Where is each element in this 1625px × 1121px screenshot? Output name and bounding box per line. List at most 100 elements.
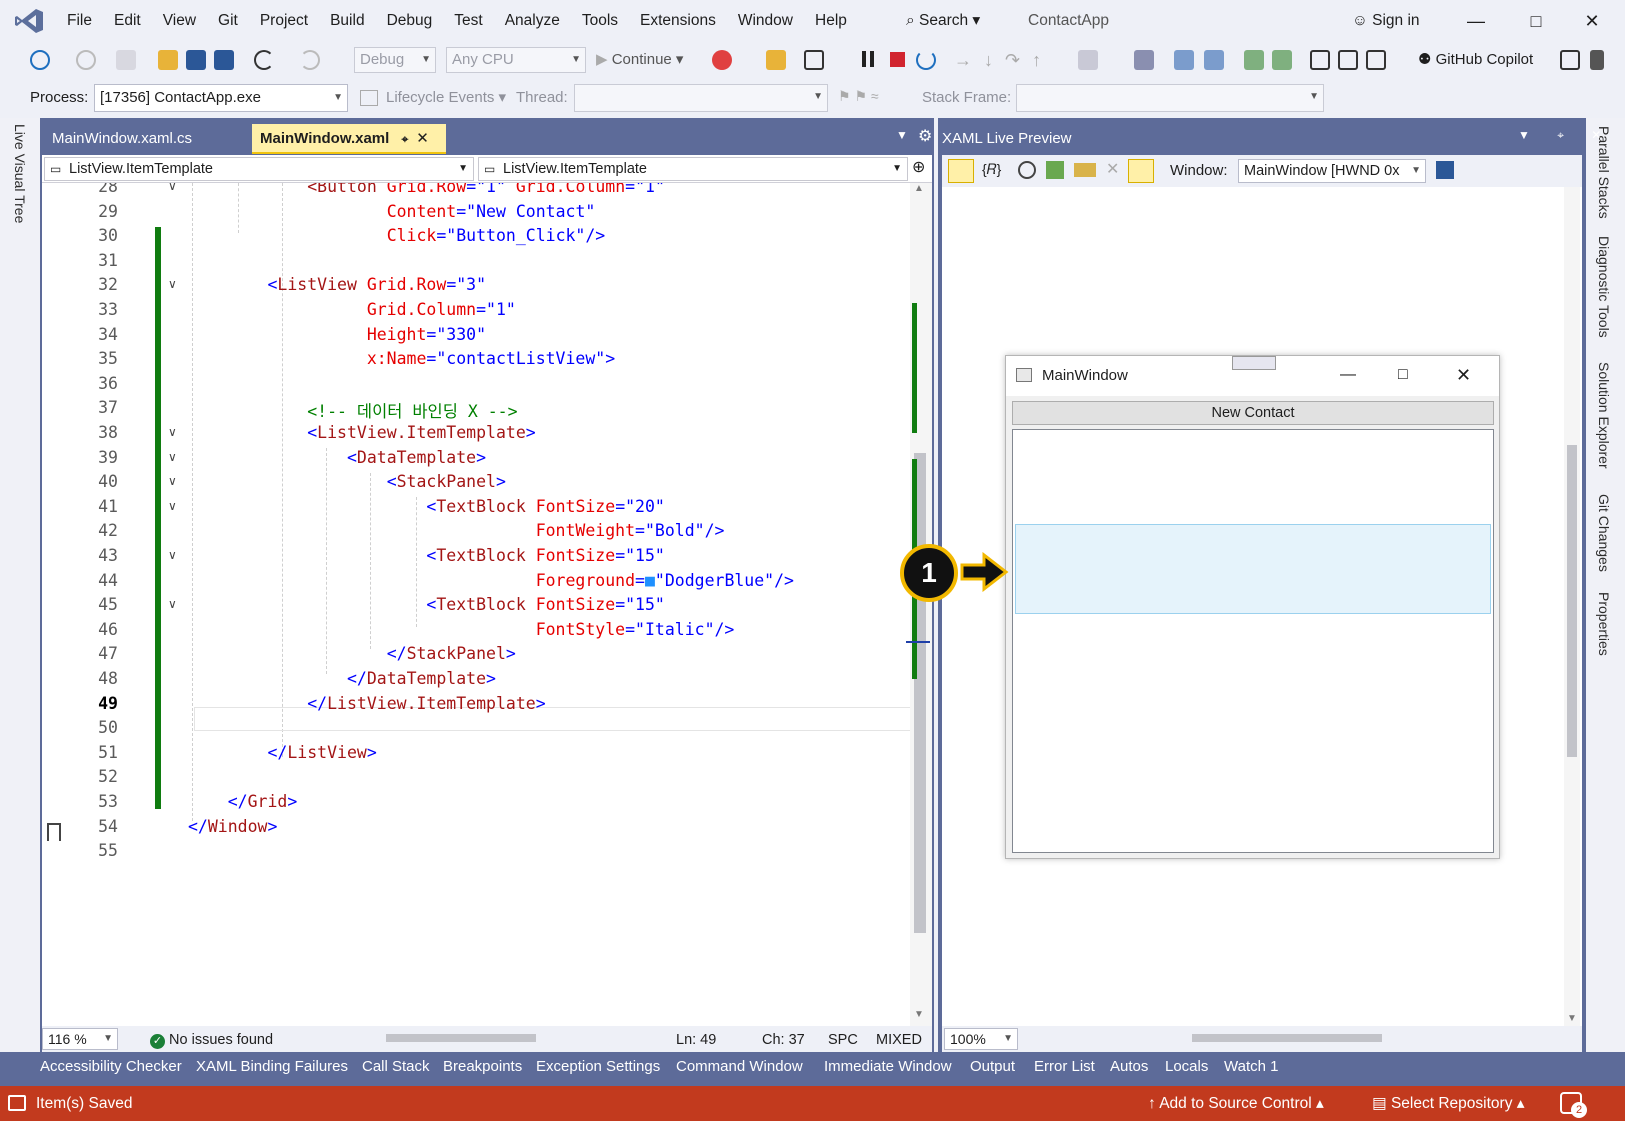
tab-mainwindow-xaml-cs[interactable]: MainWindow.xaml.cs: [44, 124, 200, 154]
feedback-icon[interactable]: [1590, 50, 1604, 70]
outdent-icon[interactable]: [1272, 50, 1292, 70]
menu-extensions[interactable]: Extensions: [629, 0, 727, 42]
save-all-icon[interactable]: [214, 50, 234, 70]
bookmark-next-icon[interactable]: [1366, 50, 1386, 70]
zoom-combo[interactable]: 116 % ▼: [42, 1028, 118, 1050]
diagnostics-icon[interactable]: [1078, 50, 1098, 70]
fold-chevron-icon[interactable]: ∨: [168, 499, 177, 513]
visual-studio-logo-icon[interactable]: [14, 8, 44, 34]
scroll-up-icon[interactable]: ▲: [914, 183, 924, 194]
select-repository-button[interactable]: ▤ Select Repository ▴: [1372, 1086, 1525, 1121]
split-editor-icon[interactable]: ⊕: [912, 157, 925, 177]
diagnostic-tools-tab[interactable]: Diagnostic Tools: [1596, 236, 1612, 338]
line-ending-indicator[interactable]: MIXED: [876, 1030, 922, 1050]
fold-chevron-icon[interactable]: ∨: [168, 183, 177, 193]
app-minimize-icon[interactable]: —: [1340, 356, 1356, 394]
line-indicator[interactable]: Ln: 49: [676, 1030, 716, 1050]
horizontal-scrollbar[interactable]: [372, 1032, 652, 1044]
menu-test[interactable]: Test: [443, 0, 493, 42]
preview-horizontal-scrollbar[interactable]: [1028, 1032, 1558, 1044]
menu-view[interactable]: View: [152, 0, 207, 42]
fold-chevron-icon[interactable]: ∨: [168, 425, 177, 439]
issues-indicator[interactable]: ✓ No issues found: [150, 1030, 273, 1050]
indent-icon[interactable]: [1244, 50, 1264, 70]
preview-window-controls[interactable]: ▼ ⌖ ✕: [1518, 128, 1613, 143]
tool-tab-immediate-window[interactable]: Immediate Window: [824, 1052, 952, 1082]
open-folder-icon[interactable]: [158, 50, 178, 70]
minimize-button[interactable]: —: [1448, 0, 1504, 42]
save-icon[interactable]: [186, 50, 206, 70]
search-box[interactable]: ⌕ Search ▾: [906, 0, 980, 42]
ruler-icon[interactable]: [1074, 163, 1096, 177]
process-combo[interactable]: [17356] ContactApp.exe ▼: [94, 84, 348, 112]
menu-tools[interactable]: Tools: [571, 0, 629, 42]
tool-tab-accessibility-checker[interactable]: Accessibility Checker: [40, 1052, 182, 1082]
tab-overflow-icon[interactable]: ▼: [896, 128, 908, 142]
code-editor[interactable]: 28 29 30 31 32 33 34 35 36 37 38 39 40 41 42 43 44 45 46 47…: [42, 183, 932, 1026]
preview-vertical-scrollbar[interactable]: ▼: [1564, 187, 1580, 1026]
tab-close-icon[interactable]: ✕: [416, 130, 429, 147]
git-changes-tab[interactable]: Git Changes: [1596, 494, 1612, 572]
app-close-icon[interactable]: ✕: [1456, 356, 1471, 394]
menu-git[interactable]: Git: [207, 0, 249, 42]
redo-icon[interactable]: [300, 50, 320, 70]
platform-combo[interactable]: Any CPU ▼: [446, 47, 586, 73]
menu-edit[interactable]: Edit: [103, 0, 152, 42]
notifications-icon[interactable]: 2: [1560, 1092, 1587, 1118]
new-contact-button[interactable]: New Contact: [1012, 401, 1494, 425]
thread-flag-icons[interactable]: ⚑ ⚑ ≈: [838, 88, 902, 108]
bookmark-margin-icon[interactable]: [47, 823, 61, 841]
menu-window[interactable]: Window: [727, 0, 804, 42]
live-visual-tree-tab[interactable]: Live Visual Tree: [12, 124, 28, 223]
close-button[interactable]: ✕: [1564, 0, 1620, 42]
nav-member-combo[interactable]: ▭ ListView.ItemTemplate ▼: [478, 157, 908, 181]
tool-tab-locals[interactable]: Locals: [1165, 1052, 1208, 1082]
hot-reload-icon[interactable]: [712, 50, 732, 70]
menu-debug[interactable]: Debug: [376, 0, 444, 42]
maximize-button[interactable]: □: [1508, 0, 1564, 42]
fold-chevron-icon[interactable]: ∨: [168, 277, 177, 291]
configuration-combo[interactable]: Debug ▼: [354, 47, 436, 73]
menu-build[interactable]: Build: [319, 0, 375, 42]
drag-handle[interactable]: [1232, 356, 1276, 370]
select-element-icon[interactable]: [1174, 50, 1194, 70]
contact-list-view[interactable]: [1012, 429, 1494, 853]
tool-tab-call-stack[interactable]: Call Stack: [362, 1052, 430, 1082]
undo-icon[interactable]: [254, 50, 274, 70]
fold-chevron-icon[interactable]: ∨: [168, 548, 177, 562]
eye-icon[interactable]: [1128, 159, 1154, 183]
tool-tab-autos[interactable]: Autos: [1110, 1052, 1148, 1082]
tool-tab-command-window[interactable]: Command Window: [676, 1052, 803, 1082]
lifecycle-events-button[interactable]: Lifecycle Events ▾: [386, 78, 506, 118]
process-icon[interactable]: [766, 50, 786, 70]
forward-icon[interactable]: [76, 50, 96, 70]
browser-link-icon[interactable]: [804, 50, 824, 70]
list-item-selected[interactable]: [1015, 524, 1491, 614]
spell-check-icon[interactable]: [1134, 50, 1154, 70]
binding-icon[interactable]: {𝑅}: [982, 161, 1001, 178]
pause-icon[interactable]: [862, 51, 874, 67]
nav-type-combo[interactable]: ▭ ListView.ItemTemplate ▼: [44, 157, 474, 181]
stop-icon[interactable]: [890, 52, 905, 67]
settings-gear-icon[interactable]: ⚙: [918, 126, 932, 146]
tool-tab-xaml-binding-failures[interactable]: XAML Binding Failures: [196, 1052, 348, 1082]
new-window-icon[interactable]: [1436, 161, 1454, 179]
hot-reload-toggle-icon[interactable]: [1204, 50, 1224, 70]
new-project-icon[interactable]: [116, 50, 136, 70]
tool-tab-output[interactable]: Output: [970, 1052, 1015, 1082]
sign-in-button[interactable]: ☺ Sign in: [1352, 0, 1420, 42]
step-icons[interactable]: →↓↷↑: [954, 42, 1053, 78]
solution-explorer-tab[interactable]: Solution Explorer: [1596, 362, 1612, 469]
tool-tab-breakpoints[interactable]: Breakpoints: [443, 1052, 522, 1082]
thread-combo[interactable]: ▼: [574, 84, 828, 112]
select-in-preview-icon[interactable]: [948, 159, 974, 183]
add-to-source-control-button[interactable]: ↑ Add to Source Control ▴: [1148, 1086, 1324, 1121]
fold-chevron-icon[interactable]: ∨: [168, 474, 177, 488]
app-maximize-icon[interactable]: □: [1398, 356, 1408, 394]
restart-icon[interactable]: [916, 50, 936, 70]
menu-project[interactable]: Project: [249, 0, 319, 42]
display-layout-icon[interactable]: [1018, 161, 1036, 179]
fold-chevron-icon[interactable]: ∨: [168, 597, 177, 611]
stack-frame-combo[interactable]: ▼: [1016, 84, 1324, 112]
track-element-icon[interactable]: [1046, 161, 1064, 179]
